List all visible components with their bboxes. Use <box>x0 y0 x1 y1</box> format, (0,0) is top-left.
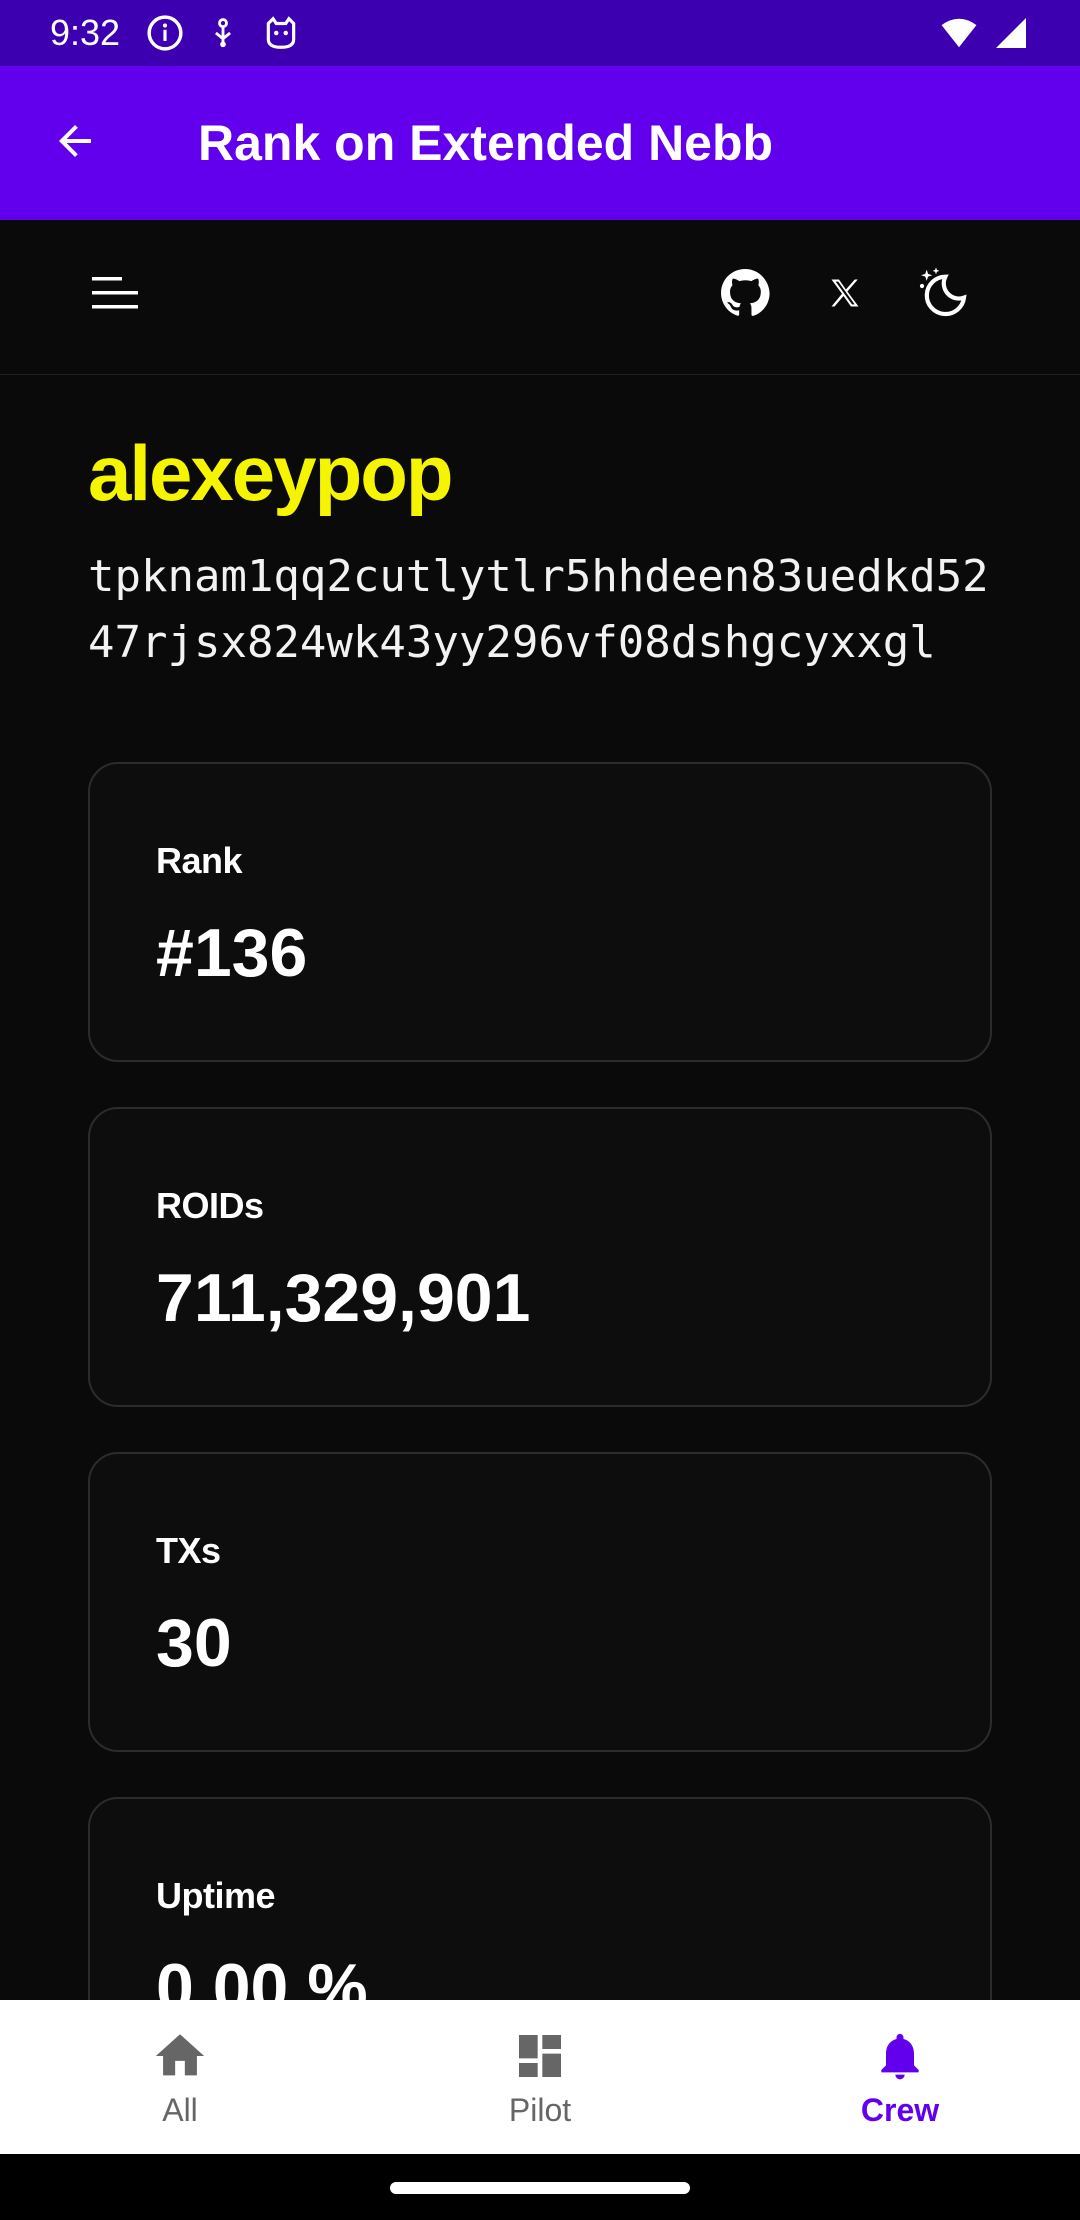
menu-button[interactable] <box>80 265 150 325</box>
stat-card-roids: ROIDs 711,329,901 <box>88 1107 992 1407</box>
stat-value: #136 <box>156 915 308 991</box>
stat-card-txs: TXs 30 <box>88 1452 992 1752</box>
github-button[interactable] <box>712 262 778 328</box>
x-button[interactable] <box>812 262 878 328</box>
nav-label: Pilot <box>508 2091 572 2128</box>
nav-item-pilot[interactable]: Pilot <box>360 2000 720 2154</box>
wallet-address: tpknam1qq2cutlytlr5hhdeen83uedkd5247rjsx… <box>88 551 989 668</box>
app-bar: Rank on Extended Nebb <box>0 66 1080 220</box>
site-header <box>0 220 1080 375</box>
status-icons-left <box>146 14 300 52</box>
wifi-icon <box>940 14 978 52</box>
app-title: Rank on Extended Nebb <box>198 115 774 171</box>
status-icons-right <box>940 14 1030 52</box>
stat-value: 30 <box>156 1605 232 1681</box>
bottom-navigation: All Pilot Crew <box>0 2000 1080 2154</box>
usb-icon <box>204 14 242 52</box>
status-time: 9:32 <box>50 12 121 53</box>
home-gesture-handle[interactable] <box>390 2182 690 2194</box>
info-icon <box>146 14 184 52</box>
stat-value: 0.00 % <box>156 1950 368 2000</box>
dashboard-icon <box>510 2026 570 2086</box>
gesture-bar <box>0 2154 1080 2220</box>
cat-face-icon <box>262 14 300 52</box>
theme-toggle-icon <box>915 265 971 326</box>
status-bar: 9:32 <box>0 0 1080 66</box>
stat-label: ROIDs <box>156 1185 264 1226</box>
nav-label: All <box>162 2091 198 2128</box>
stat-label: TXs <box>156 1530 221 1571</box>
bell-icon <box>870 2026 930 2086</box>
username: alexeypop <box>88 429 454 517</box>
stat-value: 711,329,901 <box>156 1260 531 1336</box>
theme-toggle-button[interactable] <box>910 262 976 328</box>
x-logo-icon <box>827 275 863 316</box>
arrow-back-icon <box>51 117 99 170</box>
menu-icon <box>90 273 140 318</box>
main-content: alexeypop tpknam1qq2cutlytlr5hhdeen83ued… <box>0 376 1080 2000</box>
back-button[interactable] <box>0 66 150 220</box>
nav-item-all[interactable]: All <box>0 2000 360 2154</box>
stat-label: Uptime <box>156 1875 276 1916</box>
home-icon <box>150 2026 210 2086</box>
stat-card-uptime: Uptime 0.00 % <box>88 1797 992 2000</box>
nav-item-crew[interactable]: Crew <box>720 2000 1080 2154</box>
nav-label: Crew <box>860 2091 940 2128</box>
signal-icon <box>992 14 1030 52</box>
github-icon <box>720 268 770 323</box>
stat-label: Rank <box>156 840 243 881</box>
stat-card-rank: Rank #136 <box>88 762 992 1062</box>
